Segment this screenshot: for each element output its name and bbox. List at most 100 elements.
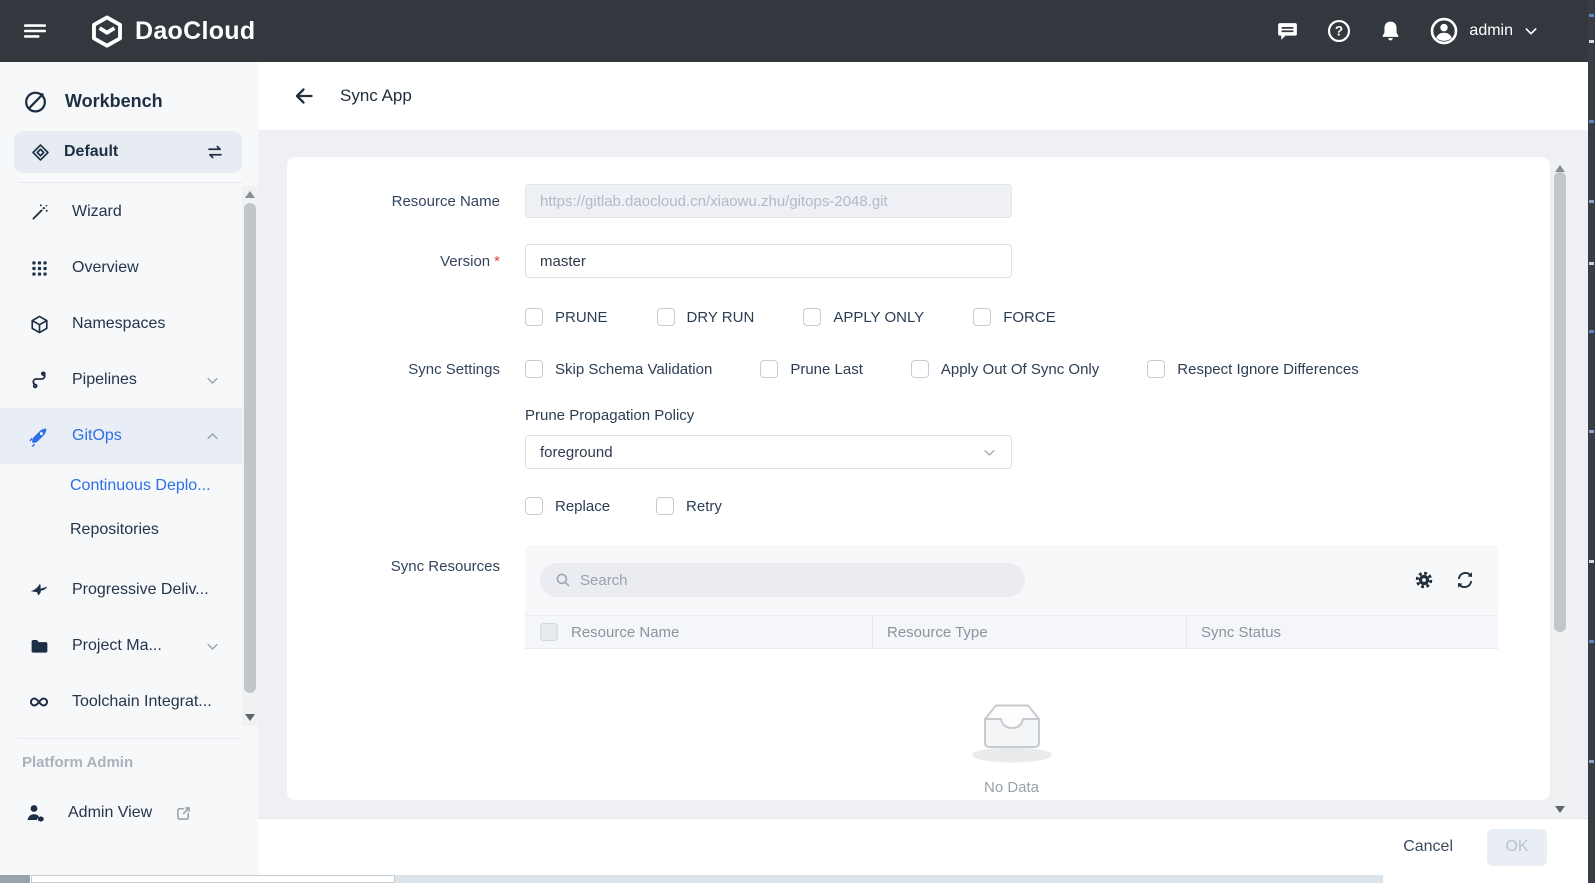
- cube-icon: [28, 314, 50, 335]
- checkbox-retry[interactable]: Retry: [656, 497, 722, 515]
- horizontal-scrollbar-track: [395, 875, 1383, 883]
- form-card: Resource Name Version* PRUNE DRY: [287, 157, 1550, 800]
- sidebar-item-wizard[interactable]: Wizard: [0, 184, 242, 240]
- pipeline-chain-icon: [28, 369, 50, 391]
- rocket-icon: [28, 425, 50, 447]
- sidebar-item-continuous-deployment[interactable]: Continuous Deplo...: [0, 464, 258, 508]
- prune-policy-value: foreground: [540, 444, 613, 461]
- svg-text:?: ?: [1335, 24, 1343, 39]
- workspace-gem-icon: [30, 142, 51, 163]
- sidebar-item-gitops[interactable]: GitOps: [0, 408, 242, 464]
- checkbox-box[interactable]: [525, 497, 543, 515]
- table-header-resource-name: Resource Name: [525, 615, 872, 649]
- checkbox-box[interactable]: [525, 308, 543, 326]
- horizontal-scrollbar[interactable]: [0, 875, 1588, 883]
- product-switcher[interactable]: Workbench: [22, 88, 258, 115]
- help-icon[interactable]: ?: [1326, 18, 1352, 44]
- notifications-bell-icon[interactable]: [1378, 19, 1403, 44]
- admin-user-icon: [24, 801, 48, 825]
- prune-policy-row: foreground: [287, 435, 1550, 469]
- hamburger-menu-icon[interactable]: [22, 18, 48, 44]
- sidebar-item-repositories[interactable]: Repositories: [0, 508, 258, 552]
- scroll-up-arrow[interactable]: [1555, 165, 1565, 172]
- sidebar-item-label: Namespaces: [72, 315, 165, 333]
- username: admin: [1469, 22, 1513, 40]
- checkbox-respect-ignore-differences[interactable]: Respect Ignore Differences: [1147, 360, 1359, 378]
- cancel-button[interactable]: Cancel: [1403, 838, 1453, 856]
- search-input[interactable]: [580, 572, 1017, 589]
- wand-icon: [28, 202, 50, 223]
- checkbox-prune[interactable]: PRUNE: [525, 308, 608, 326]
- grid-dots-icon: [28, 259, 50, 278]
- sidebar-item-project-management[interactable]: Project Ma...: [0, 618, 242, 674]
- prune-policy-select[interactable]: foreground: [525, 435, 1012, 469]
- resource-name-input: [525, 184, 1012, 218]
- folder-icon: [28, 636, 50, 657]
- daocloud-logo-icon: [90, 14, 124, 48]
- sidebar-item-label: Toolchain Integrat...: [72, 693, 212, 711]
- content-scrollbar-thumb[interactable]: [1554, 172, 1566, 632]
- chat-icon[interactable]: [1275, 19, 1300, 44]
- version-input[interactable]: [525, 244, 1012, 278]
- user-chevron-down-icon: [1523, 23, 1539, 39]
- sidebar-menu: Wizard Overview Namespaces Pipelines: [0, 184, 258, 730]
- sync-resources-label: Sync Resources: [287, 545, 500, 575]
- prune-policy-label: Prune Propagation Policy: [525, 407, 694, 424]
- checkbox-replace[interactable]: Replace: [525, 497, 610, 515]
- empty-state: No Data: [525, 689, 1498, 796]
- search-box[interactable]: [540, 563, 1025, 597]
- horizontal-scrollbar-thumb[interactable]: [31, 875, 395, 883]
- refresh-icon[interactable]: [1454, 569, 1476, 591]
- content-scrollbar[interactable]: [1552, 160, 1568, 818]
- ok-button[interactable]: OK: [1487, 829, 1547, 866]
- sidebar-item-admin-view[interactable]: Admin View: [0, 785, 258, 841]
- sidebar-divider: [18, 738, 242, 739]
- sync-settings-row: Sync Settings Skip Schema Validation Pru…: [287, 360, 1550, 378]
- checkbox-box[interactable]: [760, 360, 778, 378]
- topbar-actions: ? admin: [1275, 16, 1539, 46]
- scroll-down-arrow[interactable]: [245, 714, 255, 721]
- back-arrow-icon[interactable]: [292, 84, 316, 108]
- checkbox-box[interactable]: [656, 497, 674, 515]
- screen-edge-strip: [1588, 0, 1595, 883]
- checkbox-box[interactable]: [1147, 360, 1165, 378]
- checkbox-dry-run[interactable]: DRY RUN: [657, 308, 755, 326]
- select-all-checkbox[interactable]: [540, 623, 558, 641]
- checkbox-box[interactable]: [911, 360, 929, 378]
- empty-inbox-icon: [962, 689, 1062, 767]
- checkbox-skip-schema-validation[interactable]: Skip Schema Validation: [525, 360, 712, 378]
- select-chevron-down-icon: [982, 445, 997, 460]
- scroll-down-arrow[interactable]: [1555, 806, 1565, 813]
- table-header-resource-type: Resource Type: [872, 615, 1186, 649]
- sidebar-item-toolchain-integration[interactable]: Toolchain Integrat...: [0, 674, 242, 730]
- switch-workspace-icon[interactable]: [204, 141, 226, 163]
- sidebar-item-pipelines[interactable]: Pipelines: [0, 352, 242, 408]
- checkbox-box[interactable]: [803, 308, 821, 326]
- settings-gear-icon[interactable]: [1413, 569, 1435, 591]
- sidebar-item-progressive-delivery[interactable]: Progressive Deliv...: [0, 562, 242, 618]
- checkbox-box[interactable]: [973, 308, 991, 326]
- checkbox-apply-out-of-sync-only[interactable]: Apply Out Of Sync Only: [911, 360, 1099, 378]
- sidebar-subitem-label: Repositories: [70, 521, 159, 539]
- sidebar-scrollbar-thumb[interactable]: [244, 203, 256, 693]
- checkbox-box[interactable]: [657, 308, 675, 326]
- user-menu[interactable]: admin: [1429, 16, 1539, 46]
- sidebar-scrollbar[interactable]: [242, 186, 258, 726]
- empty-text: No Data: [984, 779, 1039, 796]
- sidebar: Workbench Default Wizard Overview: [0, 62, 258, 883]
- brand[interactable]: DaoCloud: [90, 14, 255, 48]
- prune-policy-label-row: Prune Propagation Policy: [287, 407, 1550, 424]
- sidebar-item-namespaces[interactable]: Namespaces: [0, 296, 242, 352]
- sidebar-item-label: Pipelines: [72, 371, 137, 389]
- checkbox-prune-last[interactable]: Prune Last: [760, 360, 863, 378]
- sidebar-item-overview[interactable]: Overview: [0, 240, 242, 296]
- scroll-up-arrow[interactable]: [245, 191, 255, 198]
- scrollbar-corner: [0, 875, 30, 883]
- checkbox-force[interactable]: FORCE: [973, 308, 1056, 326]
- main-area: Sync App Resource Name Version*: [258, 62, 1588, 883]
- search-icon: [554, 571, 572, 589]
- checkbox-box[interactable]: [525, 360, 543, 378]
- topbar: DaoCloud ? admin: [0, 0, 1595, 62]
- workspace-selector[interactable]: Default: [14, 131, 242, 173]
- checkbox-apply-only[interactable]: APPLY ONLY: [803, 308, 924, 326]
